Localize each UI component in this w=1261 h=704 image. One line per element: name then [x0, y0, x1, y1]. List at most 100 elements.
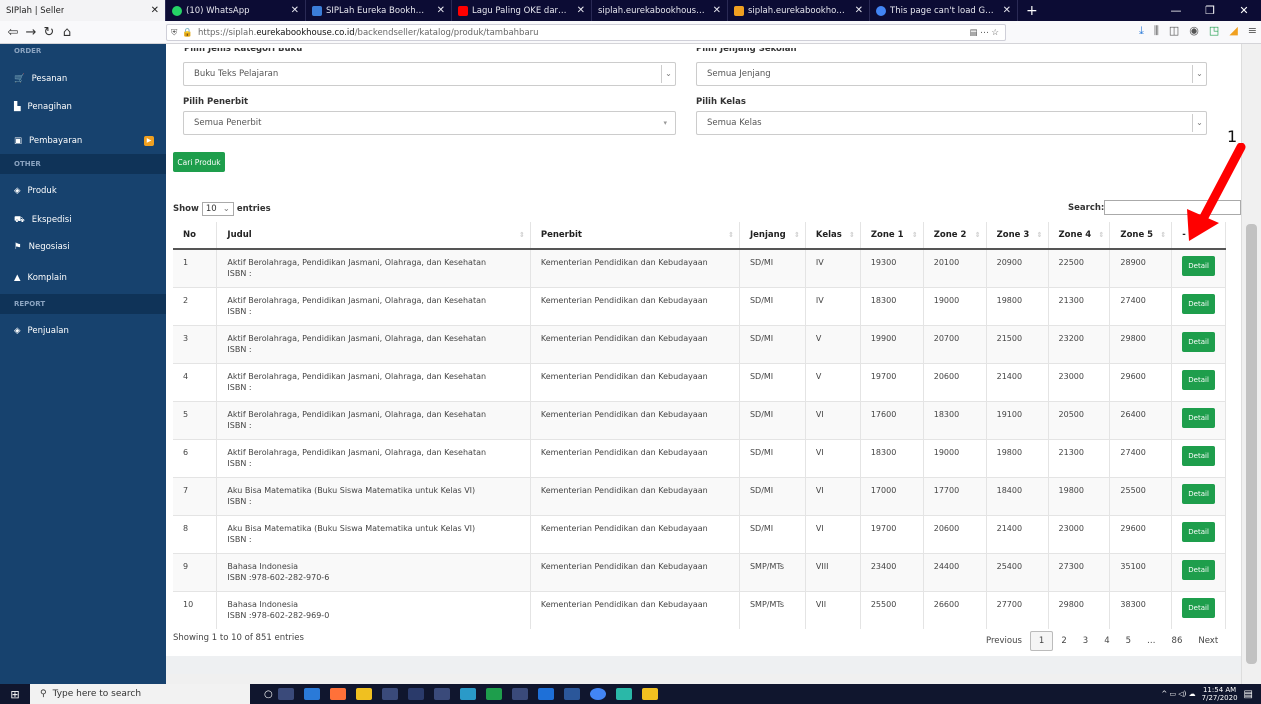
forward-icon[interactable]: → [22, 25, 40, 40]
entries-select[interactable]: 10 ⌄ [201, 202, 234, 216]
close-tab-icon[interactable]: ✕ [147, 5, 159, 16]
detail-button[interactable]: Detail [1182, 407, 1215, 428]
taskbar-search[interactable]: ⚲ Type here to search [30, 684, 250, 704]
extension-icon[interactable]: ◉ [1189, 24, 1199, 38]
detail-button[interactable]: Detail [1182, 483, 1215, 504]
extension-icon[interactable]: ◢ [1229, 24, 1237, 38]
page-button[interactable]: 4 [1096, 636, 1117, 646]
taskbar-app-icon[interactable] [615, 688, 632, 700]
detail-button[interactable]: Detail [1182, 559, 1215, 580]
kelas-select[interactable]: Semua Kelas ⌄ [696, 111, 1207, 135]
reload-icon[interactable]: ↻ [40, 25, 58, 40]
sidebar-item-produk[interactable]: ◈ Produk [0, 177, 166, 205]
browser-tab[interactable]: siplah.eurekabookhouse.co.id ✕ [728, 0, 870, 21]
column-header[interactable]: Zone 2 ⇕ [923, 222, 987, 250]
taskbar-app-icon[interactable] [641, 688, 658, 700]
sidebar-item-negosiasi[interactable]: ⚑ Negosiasi [0, 233, 166, 261]
page-button[interactable]: 2 [1053, 636, 1074, 646]
address-bar[interactable]: ⛨ 🔒 https://siplah.eurekabookhouse.co.id… [166, 24, 1006, 41]
taskbar-app-icon[interactable] [433, 688, 450, 700]
library-icon[interactable]: ⫼ [1154, 24, 1159, 38]
browser-tab[interactable]: Lagu Paling OKE dari Nugie ✕ [452, 0, 592, 21]
chrome-icon[interactable] [589, 688, 606, 700]
next-page-button[interactable]: Next [1190, 636, 1226, 646]
detail-button[interactable]: Detail [1182, 445, 1215, 466]
close-tab-icon[interactable]: ✕ [999, 5, 1011, 16]
page-button[interactable]: 1 [1029, 631, 1054, 651]
horizontal-scrollbar[interactable] [166, 674, 1241, 684]
penerbit-select[interactable]: Semua Penerbit ▾ [183, 111, 676, 135]
sidebar-item-ekspedisi[interactable]: ⛟ Ekspedisi [0, 206, 166, 234]
notification-icon[interactable]: ▤ [1244, 689, 1253, 700]
page-button[interactable]: 86 [1164, 636, 1191, 646]
column-header[interactable]: Penerbit ⇕ [530, 222, 740, 250]
windows-start-icon[interactable]: ⊞ [0, 688, 30, 701]
task-view-icon[interactable] [277, 688, 294, 700]
jenjang-select[interactable]: Semua Jenjang ⌄ [696, 62, 1207, 86]
close-tab-icon[interactable]: ✕ [573, 5, 585, 16]
detail-button[interactable]: Detail [1182, 597, 1215, 618]
firefox-icon[interactable] [329, 688, 346, 700]
sidebar-item-penjualan[interactable]: ◈ Penjualan [0, 317, 166, 345]
taskbar-app-icon[interactable] [485, 688, 502, 700]
word-icon[interactable] [563, 688, 580, 700]
cari-produk-button[interactable]: Cari Produk [173, 152, 225, 172]
browser-tab[interactable]: (10) WhatsApp ✕ [166, 0, 306, 21]
browser-tab[interactable]: SIPlah | Seller ✕ [0, 0, 166, 21]
detail-button[interactable]: Detail [1182, 256, 1215, 276]
menu-icon[interactable]: ≡ [1248, 24, 1257, 38]
close-window-icon[interactable]: ✕ [1227, 4, 1261, 17]
kategori-select[interactable]: Buku Teks Pelajaran ⌄ [183, 62, 676, 86]
money-icon: ▣ [14, 136, 23, 146]
sidebar-item-pembayaran[interactable]: ▣ Pembayaran ▶ [0, 127, 166, 155]
column-header[interactable]: Zone 3 ⇕ [986, 222, 1049, 250]
download-icon[interactable]: ⤓ [1139, 24, 1144, 38]
tray-icons[interactable]: ^ ▭ ◁) ☁ [1161, 690, 1195, 698]
home-icon[interactable]: ⌂ [58, 25, 76, 40]
sidebar-icon[interactable]: ◫ [1169, 24, 1179, 38]
edge-icon[interactable] [537, 688, 554, 700]
vertical-scrollbar[interactable] [1241, 44, 1261, 684]
close-tab-icon[interactable]: ✕ [851, 5, 863, 16]
column-header[interactable]: Zone 4 ⇕ [1048, 222, 1111, 250]
sidebar-item-komplain[interactable]: ▲ Komplain [0, 264, 166, 292]
scrollbar-thumb[interactable] [1246, 224, 1257, 664]
column-header[interactable]: Jenjang ⇕ [739, 222, 806, 250]
sidebar-item-pesanan[interactable]: 🛒 Pesanan [0, 65, 166, 93]
browser-tab[interactable]: This page can't load Google M ✕ [870, 0, 1018, 21]
taskbar-app-icon[interactable] [511, 688, 528, 700]
extension-icon[interactable]: ◳ [1209, 24, 1219, 38]
detail-button[interactable]: Detail [1182, 331, 1215, 352]
clock[interactable]: 11:54 AM 7/27/2020 [1202, 686, 1238, 702]
taskbar-app-icon[interactable] [407, 688, 424, 700]
column-header[interactable]: No [173, 222, 218, 250]
cortana-icon[interactable]: ○ [264, 689, 273, 700]
column-header[interactable]: Zone 1 ⇕ [860, 222, 924, 250]
close-tab-icon[interactable]: ✕ [709, 5, 721, 16]
cell-jenjang: SD/MI [739, 438, 806, 477]
page-button[interactable]: 3 [1075, 636, 1096, 646]
page-actions-icon[interactable]: ▤ ⋯ ☆ [969, 28, 999, 38]
maximize-icon[interactable]: ❐ [1193, 4, 1227, 17]
previous-page-button[interactable]: Previous [978, 636, 1030, 646]
sidebar-item-penagihan[interactable]: ▙ Penagihan [0, 93, 166, 121]
file-explorer-icon[interactable] [355, 688, 372, 700]
minimize-icon[interactable]: — [1159, 4, 1193, 17]
taskbar-app-icon[interactable] [459, 688, 476, 700]
page-button[interactable]: 5 [1118, 636, 1139, 646]
column-header[interactable]: Judul ⇕ [216, 222, 531, 250]
taskbar-app-icon[interactable] [381, 688, 398, 700]
column-header[interactable]: Zone 5 ⇕ [1109, 222, 1173, 250]
browser-tab[interactable]: siplah.eurekabookhouse.co.id/back ✕ [592, 0, 728, 21]
column-header[interactable]: Kelas ⇕ [805, 222, 861, 250]
taskbar-app-icon[interactable] [303, 688, 320, 700]
book-isbn: ISBN : [227, 420, 252, 430]
back-icon[interactable]: ⇦ [4, 25, 22, 40]
new-tab-button[interactable]: + [1018, 0, 1046, 21]
browser-tab[interactable]: SIPLah Eureka Bookhouse | Bel ✕ [306, 0, 452, 21]
detail-button[interactable]: Detail [1182, 521, 1215, 542]
close-tab-icon[interactable]: ✕ [287, 5, 299, 16]
detail-button[interactable]: Detail [1182, 369, 1215, 390]
detail-button[interactable]: Detail [1182, 293, 1215, 314]
close-tab-icon[interactable]: ✕ [433, 5, 445, 16]
